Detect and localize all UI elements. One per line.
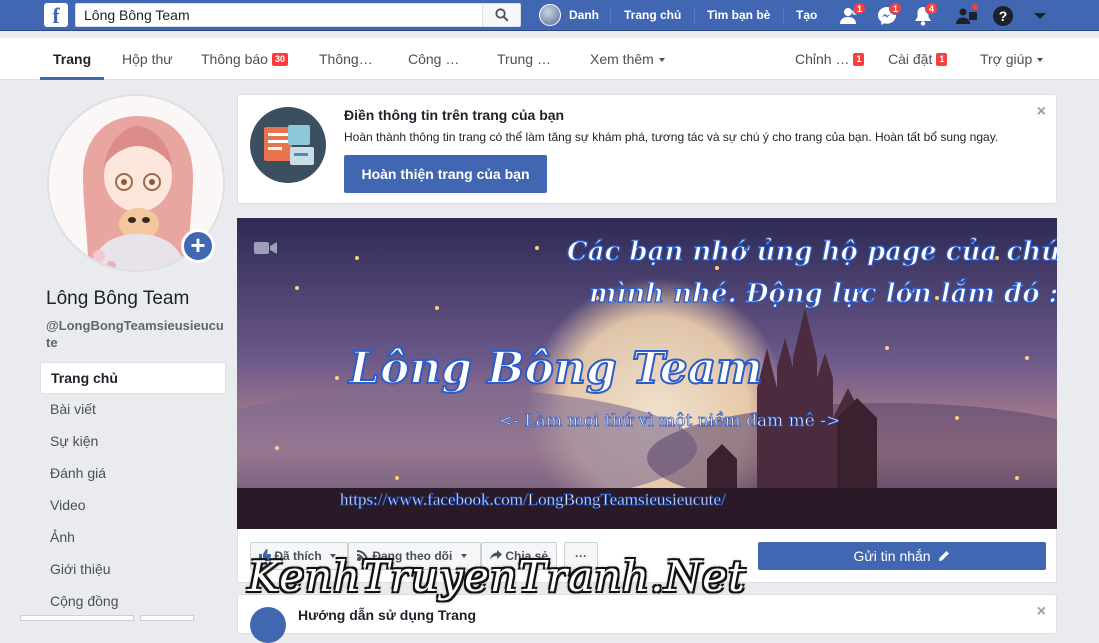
notifications-button[interactable]: 4 bbox=[911, 2, 938, 28]
pencil-icon bbox=[939, 551, 950, 561]
tab-label: Thông… bbox=[319, 51, 373, 67]
quick-help-button[interactable] bbox=[955, 3, 979, 28]
alert-dot bbox=[971, 3, 979, 11]
top-bar: f Lông Bông Team Danh Trang chủ Tìm bạn … bbox=[0, 0, 1099, 31]
page-username[interactable]: @LongBongTeamsieusieucute bbox=[46, 317, 226, 351]
tab-insights[interactable]: Thông… bbox=[319, 38, 373, 80]
close-icon[interactable]: × bbox=[1037, 603, 1046, 621]
notifications-count-badge: 30 bbox=[271, 53, 288, 66]
nav-divider bbox=[694, 9, 695, 23]
tab-label: Hộp thư bbox=[122, 51, 173, 67]
cover-slogan: <- Làm mọi thứ vì một niềm đam mê -> bbox=[499, 411, 840, 431]
tab-ad-center[interactable]: Trung … bbox=[497, 38, 551, 80]
card-description: Hoàn thành thông tin trang có thể làm tă… bbox=[344, 130, 999, 144]
send-message-button[interactable]: Gửi tin nhắn bbox=[758, 542, 1046, 570]
cover-photo[interactable]: Các bạn nhớ ủng hộ page của chúng mình n… bbox=[237, 218, 1057, 529]
tab-settings[interactable]: Cài đặt 1 bbox=[888, 38, 948, 80]
cover-message-line-2: mình nhé. Động lực lớn lắm đó :3 bbox=[589, 278, 1057, 309]
tab-label: Trợ giúp bbox=[980, 51, 1033, 67]
send-message-label: Gửi tin nhắn bbox=[853, 548, 931, 564]
left-menu-item-community[interactable]: Cộng đồng bbox=[40, 586, 226, 618]
watermark-logo: KenhTruyenTranh.Net bbox=[248, 552, 747, 601]
user-avatar[interactable] bbox=[539, 4, 561, 26]
cover-message-line-1: Các bạn nhớ ủng hộ page của chúng bbox=[567, 237, 1057, 267]
search-input[interactable]: Lông Bông Team bbox=[75, 3, 521, 27]
caret-down-icon bbox=[1037, 58, 1044, 62]
complete-page-info-card: Điền thông tin trên trang của bạn Hoàn t… bbox=[237, 94, 1057, 204]
tab-label: Trang bbox=[53, 51, 92, 67]
left-menu-item-photos[interactable]: Ảnh bbox=[40, 522, 226, 554]
tab-inbox[interactable]: Hộp thư bbox=[122, 38, 173, 80]
caret-down-icon bbox=[658, 58, 665, 62]
search-icon bbox=[494, 8, 509, 22]
help-icon: ? bbox=[993, 6, 1013, 26]
chevron-down-icon bbox=[1034, 13, 1046, 19]
left-menu-item-videos[interactable]: Video bbox=[40, 490, 226, 522]
settings-badge: 1 bbox=[936, 53, 948, 66]
fantasy-castle-cover-image: Các bạn nhớ ủng hộ page của chúng mình n… bbox=[237, 218, 1057, 529]
bottom-tab-2[interactable] bbox=[140, 615, 194, 621]
cover-team-title: Lông Bông Team bbox=[347, 343, 763, 394]
create-link[interactable]: Tạo bbox=[796, 0, 817, 31]
video-camera-icon[interactable] bbox=[254, 240, 278, 256]
left-menu-item-reviews[interactable]: Đánh giá bbox=[40, 458, 226, 490]
page-left-menu: Trang chủ Bài viết Sự kiện Đánh giá Vide… bbox=[40, 362, 226, 618]
home-link[interactable]: Trang chủ bbox=[624, 0, 681, 31]
tab-label: Xem thêm bbox=[590, 51, 654, 67]
tab-label: Chỉnh … bbox=[795, 51, 850, 67]
left-menu-item-posts[interactable]: Bài viết bbox=[40, 394, 226, 426]
facebook-logo-icon[interactable]: f bbox=[44, 3, 68, 27]
cover-url: https://www.facebook.com/LongBongTeamsie… bbox=[340, 490, 726, 509]
tab-edit-page[interactable]: Chỉnh … 1 bbox=[795, 38, 865, 80]
left-menu-item-about[interactable]: Giới thiệu bbox=[40, 554, 226, 586]
help-button[interactable]: ? bbox=[991, 4, 1015, 28]
tab-publishing-tools[interactable]: Công … bbox=[408, 38, 459, 80]
left-menu-item-home[interactable]: Trang chủ bbox=[40, 362, 226, 394]
tab-label: Thông báo bbox=[201, 51, 268, 67]
page-sub-navigation: Trang Hộp thư Thông báo 30 Thông… Công … … bbox=[0, 38, 1099, 80]
nav-divider bbox=[610, 9, 611, 23]
tab-page[interactable]: Trang bbox=[40, 38, 105, 80]
page-info-illustration-icon bbox=[250, 107, 326, 183]
page-name: Lông Bông Team bbox=[46, 288, 190, 309]
friend-requests-badge: 1 bbox=[853, 2, 866, 15]
complete-page-button[interactable]: Hoàn thiện trang của bạn bbox=[344, 155, 547, 193]
messenger-badge: 1 bbox=[889, 2, 902, 15]
tab-help[interactable]: Trợ giúp bbox=[980, 38, 1044, 80]
friend-requests-button[interactable]: 1 bbox=[839, 2, 866, 28]
tab-more[interactable]: Xem thêm bbox=[590, 38, 665, 80]
edit-page-badge: 1 bbox=[853, 53, 865, 66]
nav-divider bbox=[783, 9, 784, 23]
add-profile-photo-button[interactable]: + bbox=[181, 229, 215, 263]
svg-text:?: ? bbox=[999, 8, 1008, 24]
close-icon[interactable]: × bbox=[1037, 103, 1046, 121]
find-friends-link[interactable]: Tìm bạn bè bbox=[707, 0, 770, 31]
messenger-button[interactable]: 1 bbox=[875, 2, 902, 28]
tab-notifications[interactable]: Thông báo 30 bbox=[201, 38, 288, 80]
notifications-badge: 4 bbox=[925, 2, 938, 15]
tab-label: Công … bbox=[408, 51, 460, 67]
search-button[interactable] bbox=[482, 4, 520, 26]
account-menu-button[interactable] bbox=[1028, 4, 1052, 28]
left-menu-item-events[interactable]: Sự kiện bbox=[40, 426, 226, 458]
tab-label: Cài đặt bbox=[888, 51, 933, 67]
tab-label: Trung … bbox=[497, 51, 551, 67]
bottom-tab-1[interactable] bbox=[20, 615, 134, 621]
card-title: Điền thông tin trên trang của bạn bbox=[344, 107, 565, 123]
guide-icon bbox=[250, 607, 286, 643]
profile-link[interactable]: Danh bbox=[569, 0, 599, 31]
